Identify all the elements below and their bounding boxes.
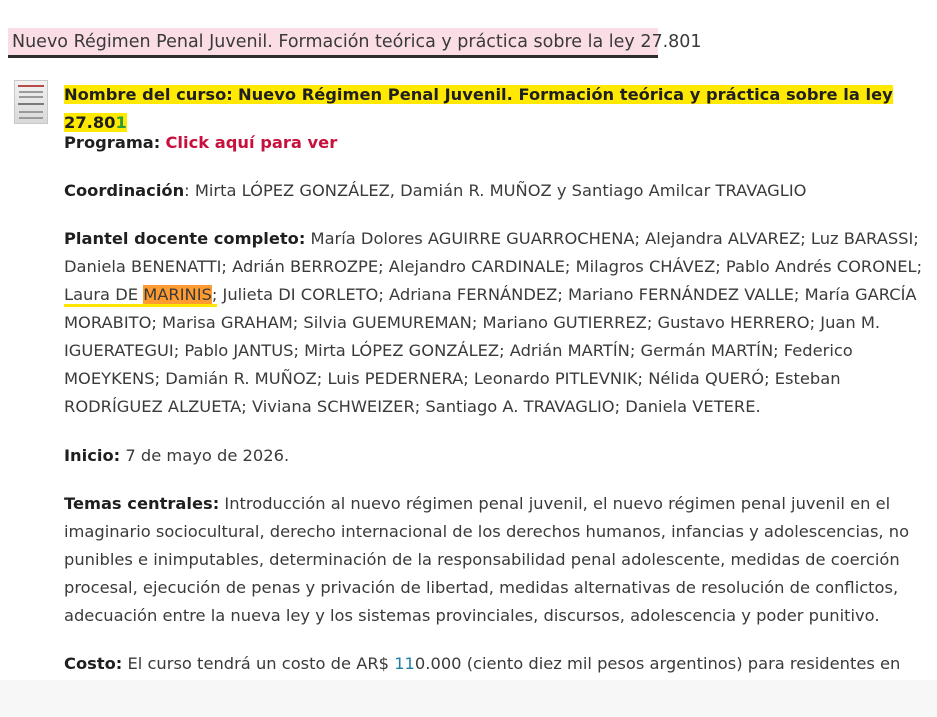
thumbnail-line — [19, 117, 43, 119]
thumbnail-stripe — [18, 85, 44, 87]
topics-label: Temas centrales: — [64, 494, 220, 513]
thumbnail-line — [19, 96, 43, 98]
coordination-label: Coordinación — [64, 181, 185, 200]
faculty-paragraph: Plantel docente completo: María Dolores … — [64, 225, 936, 421]
program-line: Programa: Click aquí para ver — [64, 129, 936, 157]
coordination-value: : Mirta LÓPEZ GONZÁLEZ, Damián R. MUÑOZ … — [184, 181, 807, 200]
page-title: Nuevo Régimen Penal Juvenil. Formación t… — [12, 31, 702, 52]
bottom-area — [0, 680, 937, 717]
course-name-label: Nombre del curso: — [64, 85, 233, 104]
thumbnail-line — [19, 91, 43, 93]
start-label: Inicio: — [64, 446, 121, 465]
start-value: 7 de mayo de 2026. — [120, 446, 290, 465]
faculty-highlight-first: Laura DE — [64, 285, 144, 304]
coordination-line: Coordinación: Mirta LÓPEZ GONZÁLEZ, Dami… — [64, 177, 936, 205]
cost-suffix: 0.000 (ciento diez mil pesos argentinos)… — [414, 654, 901, 673]
topics-value: Introducción al nuevo régimen penal juve… — [64, 494, 910, 625]
program-link[interactable]: Click aquí para ver — [165, 133, 337, 152]
cost-prefix: El curso tendrá un costo de AR$ — [122, 654, 395, 673]
cost-amount-highlight: 11 — [394, 654, 415, 673]
topics-paragraph: Temas centrales: Introducción al nuevo r… — [64, 490, 936, 630]
program-label: Programa: — [64, 133, 161, 152]
thumbnail-line — [19, 111, 43, 113]
cost-label: Costo: — [64, 654, 123, 673]
faculty-label: Plantel docente completo: — [64, 229, 306, 248]
cost-line: Costo: El curso tendrá un costo de AR$ 1… — [64, 650, 936, 678]
faculty-highlight-last: MARINIS — [143, 285, 212, 304]
thumbnail-stripe — [18, 103, 44, 105]
start-line: Inicio: 7 de mayo de 2026. — [64, 442, 936, 470]
page-title-bar: Nuevo Régimen Penal Juvenil. Formación t… — [8, 28, 702, 58]
course-thumbnail-image[interactable] — [14, 80, 48, 124]
